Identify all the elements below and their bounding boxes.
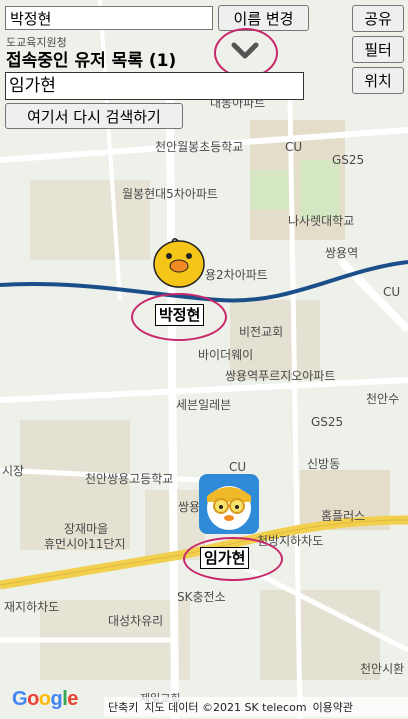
map-label: 천안월봉초등학교 — [155, 140, 244, 154]
shortcut-link[interactable]: 단축키 — [108, 699, 138, 715]
map-data-text: 지도 데이터 ©2021 SK telecom — [144, 701, 307, 714]
map-label: 천안쌍용고등학교 — [85, 472, 174, 486]
map-label: GS25 — [311, 415, 344, 429]
map-label: 시장 — [2, 464, 25, 478]
user-marker-avatar[interactable] — [152, 236, 206, 288]
map-label: 용2차아파트 — [205, 268, 268, 282]
annotation-circle — [183, 537, 283, 581]
map-label: GS25 — [332, 153, 365, 167]
map-label: 천안수 — [366, 392, 400, 406]
map-label: 나사렛대학교 — [288, 214, 355, 228]
name-input[interactable] — [5, 6, 213, 30]
terms-link[interactable]: 이용약관 — [313, 699, 353, 715]
user-marker-avatar[interactable] — [199, 474, 259, 534]
chick-icon — [153, 238, 205, 288]
map-label: 재지하차도 — [4, 600, 60, 614]
filter-button[interactable]: 필터 — [352, 36, 404, 63]
map-label: 대성차유리 — [108, 614, 164, 628]
penguin-icon — [199, 474, 259, 534]
map-label: 천안시환 — [360, 662, 405, 676]
map-label: CU — [229, 460, 247, 474]
user-list-item[interactable]: 임가현 — [5, 72, 304, 100]
map-label: 쌍용 — [178, 500, 201, 514]
rename-button[interactable]: 이름 변경 — [218, 5, 309, 31]
map-label: 휴먼시아11단지 — [44, 537, 126, 551]
map-label: 홈플러스 — [321, 509, 366, 523]
location-button[interactable]: 위치 — [352, 67, 404, 94]
map-label: 월봉현대5차아파트 — [122, 187, 218, 201]
map-label: 쌍용역 — [325, 246, 359, 260]
search-again-button[interactable]: 여기서 다시 검색하기 — [5, 103, 183, 129]
map-label: 세븐일레븐 — [176, 398, 232, 412]
map-label: 비전교회 — [239, 325, 284, 339]
map-label: SK충전소 — [177, 590, 226, 604]
google-logo: Google — [12, 688, 78, 710]
annotation-circle — [131, 293, 227, 341]
map-label: CU — [285, 140, 303, 154]
map-label: 쌍용역푸르지오아파트 — [225, 369, 336, 383]
share-button[interactable]: 공유 — [352, 5, 404, 32]
annotation-circle — [214, 28, 278, 78]
map-label: 신방동 — [307, 457, 341, 471]
map-label: CU — [383, 285, 401, 299]
map-footer: 단축키 지도 데이터 ©2021 SK telecom 이용약관 — [104, 697, 408, 717]
map-label: 바이더웨이 — [198, 348, 254, 362]
user-list-title: 접속중인 유저 목록 (1) — [6, 51, 177, 71]
